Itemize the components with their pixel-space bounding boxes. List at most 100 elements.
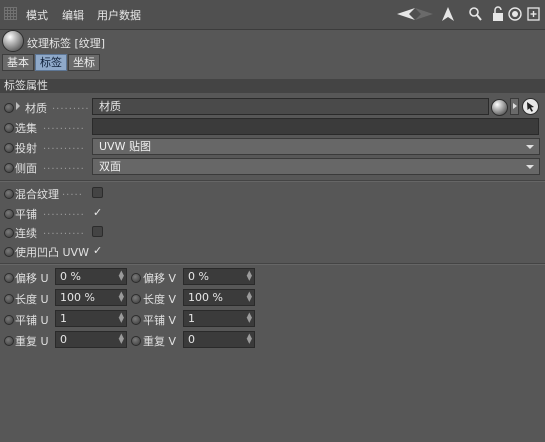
offset-u-field[interactable]: 0 % ▲ ▼: [55, 268, 127, 285]
label-dots: ..........: [43, 141, 85, 152]
spinner-arrows-icon[interactable]: ▲ ▼: [247, 333, 252, 345]
tile-checkbox[interactable]: ✓: [92, 207, 103, 218]
bump-uvw-row: 使用凹凸 UVW ✓: [0, 242, 545, 261]
spinner-arrows-icon[interactable]: ▲ ▼: [119, 312, 124, 324]
repeat-u-label: 重复 U: [15, 335, 49, 348]
animate-bullet-icon[interactable]: [4, 247, 14, 257]
material-link-value: 材质: [99, 100, 121, 113]
expand-triangle-icon[interactable]: [16, 102, 20, 110]
length-v-value: 100 %: [188, 291, 223, 304]
target-icon[interactable]: [508, 5, 522, 23]
material-row: 材质 ......... 材质: [0, 98, 545, 117]
label-dots: ..........: [43, 207, 85, 218]
menu-user-data[interactable]: 用户数据: [97, 7, 141, 23]
seamless-checkbox[interactable]: [92, 226, 103, 237]
pick-cursor-icon[interactable]: [522, 98, 539, 115]
forward-arrow-icon[interactable]: [414, 5, 434, 23]
spinner-arrows-icon[interactable]: ▲ ▼: [119, 333, 124, 345]
animate-bullet-icon[interactable]: [4, 336, 14, 346]
side-dropdown[interactable]: 双面: [92, 158, 540, 175]
side-label: 侧面: [15, 162, 37, 175]
tab-bar: 基本 标签 坐标: [2, 54, 101, 71]
tab-basic[interactable]: 基本: [2, 54, 34, 71]
animate-bullet-icon[interactable]: [4, 273, 14, 283]
bump-uvw-checkbox[interactable]: ✓: [92, 245, 103, 256]
tab-coordinates[interactable]: 坐标: [68, 54, 100, 71]
spinner-arrows-icon[interactable]: ▲ ▼: [119, 270, 124, 282]
animate-bullet-icon[interactable]: [131, 294, 141, 304]
repeat-v-field[interactable]: 0 ▲ ▼: [183, 331, 255, 348]
repeat-u-value: 0: [60, 333, 67, 346]
repeat-row: 重复 U 0 ▲ ▼ 重复 V 0 ▲ ▼: [0, 331, 545, 350]
length-v-field[interactable]: 100 % ▲ ▼: [183, 289, 255, 306]
material-preview-icon: [2, 30, 24, 52]
chevron-down-icon: [526, 165, 534, 169]
side-value: 双面: [99, 160, 121, 173]
animate-bullet-icon[interactable]: [4, 143, 14, 153]
check-icon: ✓: [93, 206, 103, 219]
mix-texture-checkbox[interactable]: [92, 187, 103, 198]
menubar: 模式 编辑 用户数据: [0, 0, 545, 30]
material-link-field[interactable]: 材质: [92, 98, 489, 115]
spinner-arrows-icon[interactable]: ▲ ▼: [119, 291, 124, 303]
new-panel-icon[interactable]: [527, 5, 540, 23]
mix-texture-label: 混合纹理: [15, 188, 59, 201]
spinner-arrows-icon[interactable]: ▲ ▼: [247, 312, 252, 324]
tile-label: 平铺: [15, 208, 37, 221]
animate-bullet-icon[interactable]: [4, 209, 14, 219]
repeat-v-label: 重复 V: [143, 335, 177, 348]
search-icon[interactable]: [468, 5, 482, 23]
animate-bullet-icon[interactable]: [131, 315, 141, 325]
menu-mode[interactable]: 模式: [26, 7, 48, 23]
spinner-arrows-icon[interactable]: ▲ ▼: [247, 270, 252, 282]
animate-bullet-icon[interactable]: [4, 103, 14, 113]
animate-bullet-icon[interactable]: [131, 336, 141, 346]
length-u-label: 长度 U: [15, 293, 49, 306]
tab-tag[interactable]: 标签: [35, 54, 67, 71]
spinner-arrows-icon[interactable]: ▲ ▼: [247, 291, 252, 303]
animate-bullet-icon[interactable]: [4, 294, 14, 304]
cursor-up-icon[interactable]: [441, 5, 455, 23]
check-icon: ✓: [93, 244, 103, 257]
length-u-field[interactable]: 100 % ▲ ▼: [55, 289, 127, 306]
link-menu-button[interactable]: [510, 98, 519, 115]
menu-triangle-icon: [513, 103, 517, 109]
animate-bullet-icon[interactable]: [4, 189, 14, 199]
repeat-v-value: 0: [188, 333, 195, 346]
animate-bullet-icon[interactable]: [4, 123, 14, 133]
animate-bullet-icon[interactable]: [4, 163, 14, 173]
selection-label: 选集: [15, 122, 37, 135]
projection-dropdown[interactable]: UVW 贴图: [92, 138, 540, 155]
back-arrow-icon[interactable]: [396, 5, 416, 23]
tiles-v-field[interactable]: 1 ▲ ▼: [183, 310, 255, 327]
offset-v-field[interactable]: 0 % ▲ ▼: [183, 268, 255, 285]
offset-row: 偏移 U 0 % ▲ ▼ 偏移 V 0 % ▲ ▼: [0, 268, 545, 287]
grip-icon[interactable]: [4, 7, 17, 20]
projection-value: UVW 贴图: [99, 140, 151, 153]
repeat-u-field[interactable]: 0 ▲ ▼: [55, 331, 127, 348]
tiles-u-field[interactable]: 1 ▲ ▼: [55, 310, 127, 327]
chevron-down-icon: [526, 145, 534, 149]
tiles-u-label: 平铺 U: [15, 314, 49, 327]
projection-row: 投射 .......... UVW 贴图: [0, 138, 545, 157]
section-header: 标签属性: [0, 79, 545, 93]
seamless-label: 连续: [15, 227, 37, 240]
material-thumbnail-icon[interactable]: [491, 99, 508, 116]
length-row: 长度 U 100 % ▲ ▼ 长度 V 100 % ▲ ▼: [0, 289, 545, 308]
animate-bullet-icon[interactable]: [4, 315, 14, 325]
label-dots: ..........: [43, 161, 85, 172]
lock-icon[interactable]: [492, 5, 504, 23]
label-dots: ..........: [43, 121, 85, 132]
tiles-v-label: 平铺 V: [143, 314, 177, 327]
offset-v-label: 偏移 V: [143, 272, 177, 285]
length-u-value: 100 %: [60, 291, 95, 304]
animate-bullet-icon[interactable]: [4, 228, 14, 238]
selection-field[interactable]: [92, 118, 539, 135]
label-dots: .....: [62, 187, 83, 198]
tiles-v-value: 1: [188, 312, 195, 325]
menu-edit[interactable]: 编辑: [62, 7, 84, 23]
seamless-row: 连续 ..........: [0, 223, 545, 242]
mix-texture-row: 混合纹理 .....: [0, 184, 545, 203]
offset-u-value: 0 %: [60, 270, 81, 283]
animate-bullet-icon[interactable]: [131, 273, 141, 283]
